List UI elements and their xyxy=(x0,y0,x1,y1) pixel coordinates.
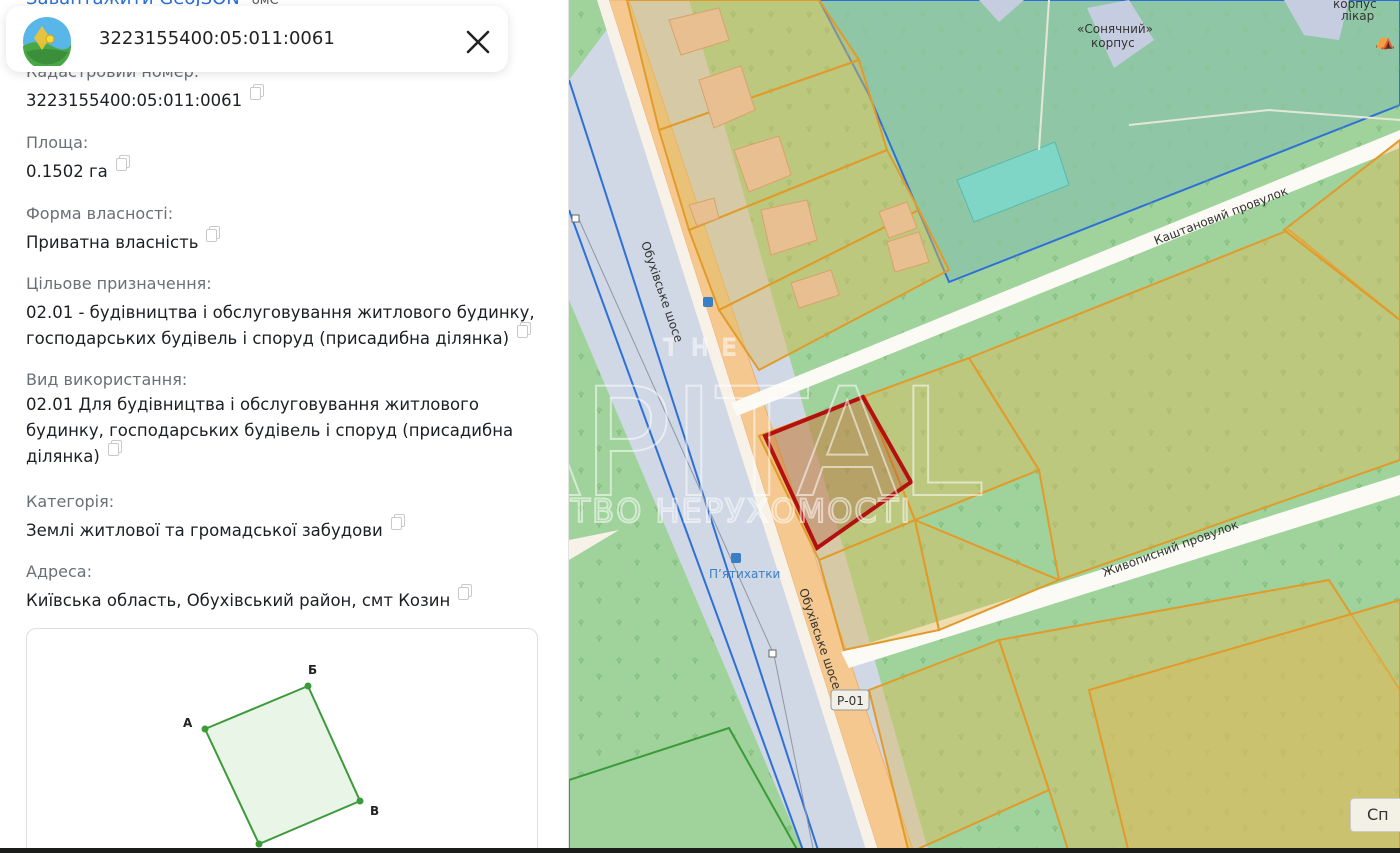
map-canvas[interactable]: ♆ ♆ xyxy=(569,0,1400,853)
vertex-b xyxy=(304,682,312,690)
field-ownership: Форма власності: Приватна власність xyxy=(26,204,546,256)
field-label: Площа: xyxy=(26,133,89,152)
field-value: 0.1502 га xyxy=(26,155,546,185)
field-value: Київська область, Обухівський район, смт… xyxy=(26,584,546,614)
copy-icon[interactable] xyxy=(390,514,405,530)
parcel-info-panel: Завантажити GeoJSONбмС 3223155400:05:011… xyxy=(0,0,569,853)
svg-text:АГЕНТСТВО НЕРУХОМОСТІ: АГЕНТСТВО НЕРУХОМОСТІ xyxy=(569,492,912,530)
field-label: Вид використання: xyxy=(26,370,188,389)
capital-watermark: THE CAPITAL АГЕНТСТВО НЕРУХОМОСТІ xyxy=(569,335,983,532)
usage-line: ділянка) xyxy=(26,440,546,470)
vertex-a xyxy=(201,725,209,733)
field-label: Категорія: xyxy=(26,492,115,511)
bus-stop-label: Пʼятихатки xyxy=(709,567,780,581)
app-logo-icon xyxy=(23,17,71,66)
copy-icon[interactable] xyxy=(107,440,122,456)
parcel-shape-card: А Б В Г xyxy=(26,628,538,853)
purpose-line-text: господарських будівель і споруд (присади… xyxy=(26,329,510,348)
field-value: 02.01 - будівництва і обслуговування жит… xyxy=(26,300,546,352)
copy-icon[interactable] xyxy=(458,584,473,600)
usage-line-text: ділянка) xyxy=(26,447,100,466)
field-purpose: Цільове призначення: 02.01 - будівництва… xyxy=(26,274,546,352)
parcel-shape-diagram: А Б В Г xyxy=(183,663,379,848)
usage-line: будинку, господарських будівель і споруд… xyxy=(26,421,514,440)
field-value: 02.01 Для будівництва і обслуговування ж… xyxy=(26,392,546,470)
vertex-g xyxy=(255,840,263,848)
bus-stop-icon[interactable] xyxy=(731,553,741,563)
close-icon[interactable] xyxy=(464,28,492,56)
vertex-v xyxy=(356,797,364,805)
campfire-icon: ⛺ xyxy=(1375,31,1395,50)
bottom-strip xyxy=(0,848,1400,853)
cadastral-map[interactable]: ♆ ♆ xyxy=(569,0,1400,853)
poi-label-sunny-2: корпус xyxy=(1091,36,1135,50)
field-category: Категорія: Землі житлової та громадської… xyxy=(26,492,546,544)
purpose-line: 02.01 - будівництва і обслуговування жит… xyxy=(26,303,535,322)
vertex-label-v: В xyxy=(370,804,379,818)
search-card: 3223155400:05:011:0061 xyxy=(6,6,508,72)
area-value: 0.1502 га xyxy=(26,162,108,181)
copy-icon[interactable] xyxy=(206,226,221,242)
road-badge-label: Р-01 xyxy=(837,694,864,708)
copy-icon[interactable] xyxy=(115,155,130,171)
usage-line: 02.01 Для будівництва і обслуговування ж… xyxy=(26,395,479,414)
field-value: Землі житлової та громадської забудови xyxy=(26,514,546,544)
address-value: Київська область, Обухівський район, смт… xyxy=(26,591,451,610)
poi-label-clinic-2: лікар xyxy=(1341,9,1374,23)
bus-stop-icon[interactable] xyxy=(703,297,713,307)
field-address: Адреса: Київська область, Обухівський ра… xyxy=(26,562,546,614)
vertex-label-b: Б xyxy=(308,663,317,677)
cadastral-number-value: 3223155400:05:011:0061 xyxy=(26,91,243,110)
field-value: Приватна власність xyxy=(26,226,546,256)
parcel-shape-polygon xyxy=(203,684,362,846)
field-area: Площа: 0.1502 га xyxy=(26,133,546,185)
field-value: 3223155400:05:011:0061 xyxy=(26,84,546,114)
poi-label-sunny-1: «Сонячний» xyxy=(1077,22,1153,36)
copy-icon[interactable] xyxy=(517,322,532,338)
field-label: Адреса: xyxy=(26,562,92,581)
field-label: Цільове призначення: xyxy=(26,274,212,293)
field-usage: Вид використання: 02.01 Для будівництва … xyxy=(26,370,546,470)
category-value: Землі житлової та громадської забудови xyxy=(26,521,383,540)
field-label: Форма власності: xyxy=(26,204,174,223)
map-action-button[interactable]: Сп xyxy=(1350,798,1400,832)
search-input[interactable]: 3223155400:05:011:0061 xyxy=(99,28,335,49)
ownership-value: Приватна власність xyxy=(26,233,199,252)
copy-icon[interactable] xyxy=(250,84,265,100)
purpose-line: господарських будівель і споруд (присади… xyxy=(26,322,546,352)
vertex-label-a: А xyxy=(183,716,193,730)
